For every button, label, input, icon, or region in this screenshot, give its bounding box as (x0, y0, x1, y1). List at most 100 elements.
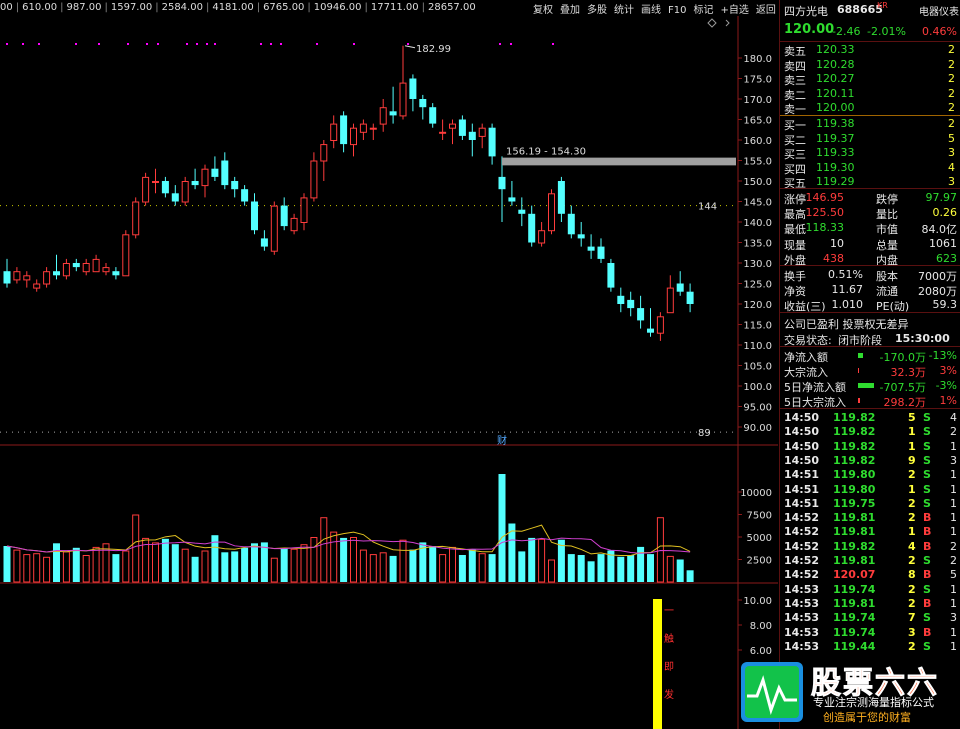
bid-price: 119.33 (816, 146, 855, 159)
tick-price: 119.82 (833, 453, 876, 467)
price-axis-label: 175.0 (743, 75, 772, 86)
tick-side: B (923, 539, 932, 553)
gap-range-box[interactable] (502, 157, 736, 166)
volume-bar (686, 570, 694, 582)
tick-side: S (923, 425, 931, 439)
price-axis-label: 110.0 (743, 341, 772, 352)
price-axis-label: 135.0 (743, 239, 772, 250)
candle-body (221, 160, 229, 186)
signal-dot (196, 43, 198, 45)
toolbar-item[interactable]: 标记 (693, 1, 713, 16)
kline-chart-area[interactable]: 180.0 175.0 170.0 165.0 160.0 155.0 150.0 145.0… (0, 16, 778, 729)
candle-body (686, 291, 694, 304)
price-axis-label: 125.0 (743, 280, 772, 291)
signal-dot (206, 43, 208, 45)
tick-count: 3 (950, 453, 957, 467)
tick-time: 14:53 (784, 582, 820, 596)
toolbar-item[interactable]: 复权 (533, 1, 553, 16)
volume-bar (587, 561, 595, 582)
tick-count: 1 (950, 525, 957, 539)
candle-body (43, 271, 51, 285)
volume-bar (53, 543, 60, 582)
tick-row: 14:53 119.74 3 B 1 (780, 625, 960, 640)
tick-volume: 2 (908, 554, 916, 567)
volume-bar (231, 551, 239, 582)
flow-row: 5日大宗流入 298.2万 1% (780, 393, 960, 409)
candle-body (72, 263, 80, 268)
tick-count: 2 (950, 425, 957, 439)
signal-text: 一 (664, 606, 674, 617)
signal-dot (186, 43, 188, 45)
candle-body (3, 271, 11, 284)
tick-count: 2 (950, 539, 957, 553)
candle-body (666, 287, 674, 314)
flow-pct: 1% (939, 394, 957, 407)
volume-bar (122, 550, 130, 583)
candle-body (359, 123, 367, 133)
volume-bar (478, 553, 486, 583)
volume-bar (379, 552, 387, 583)
volume-bar (181, 548, 189, 583)
volume-bar (647, 554, 654, 582)
ask-volume: 2 (948, 43, 955, 56)
tick-row: 14:52 119.81 1 B 1 (780, 524, 960, 539)
finance-marker[interactable]: 财 (497, 434, 507, 447)
tick-time: 14:50 (784, 439, 820, 453)
tick-side: B (923, 625, 932, 639)
ma-value: 1597.00 (110, 2, 153, 13)
tick-row: 14:53 119.81 2 B 1 (780, 596, 960, 611)
toolbar-item[interactable]: 多股 (587, 1, 607, 16)
price-change: -2.46 (832, 25, 861, 38)
signal-dot (552, 43, 554, 45)
candle-body (498, 176, 506, 190)
candle-body (587, 246, 595, 251)
tick-row: 14:50 119.82 1 S 2 (780, 424, 960, 439)
diamond-icon[interactable] (707, 18, 717, 28)
toolbar-item[interactable]: 画线 (641, 1, 661, 16)
volume-bar (488, 554, 496, 582)
flow-row: 5日净流入额 -707.5万 -3% (780, 378, 960, 394)
tick-count: 2 (950, 554, 957, 567)
toolbar-item[interactable]: F10 (668, 5, 686, 16)
candle-body (656, 316, 664, 334)
tick-price: 119.74 (833, 611, 876, 625)
tick-row: 14:52 119.82 4 B 2 (780, 539, 960, 554)
tick-volume: 2 (908, 582, 916, 596)
volume-bar (399, 539, 407, 583)
tick-time: 14:50 (784, 425, 820, 439)
toolbar-item[interactable]: +自选 (720, 1, 748, 16)
signal-dot (6, 43, 8, 45)
stat-value: 10 (830, 236, 844, 250)
volume-bar (82, 555, 90, 583)
candle-body (449, 123, 456, 129)
sector-label[interactable]: 电器仪表 (919, 3, 959, 18)
tick-count: 1 (950, 639, 957, 653)
stat-value: 1061 (929, 236, 957, 250)
volume-bar (627, 555, 635, 582)
stat-value: 11.67 (831, 283, 864, 296)
stat-row: 最低 118.33 市值 84.0亿 (780, 220, 960, 236)
toolbar-item[interactable]: 叠加 (560, 1, 580, 16)
fib-ma-values: 00 | 610.00 | 987.00 | 1597.00 | 2584.00 | 4181.00… (0, 2, 476, 13)
candle-body (171, 193, 179, 202)
toolbar-item[interactable]: 统计 (614, 1, 634, 16)
ask-volume: 2 (948, 72, 955, 85)
volume-bar (13, 549, 21, 583)
candle-body (241, 189, 249, 202)
price-axis-label: 120.0 (743, 300, 772, 311)
signal-dot (214, 43, 216, 45)
bid-row: 买一 119.38 2 (780, 116, 960, 132)
tick-volume: 4 (908, 539, 916, 553)
flow-bar (858, 353, 863, 358)
quote-panel: 四方光电 688665 KR 电器仪表 120.00 -2.46 -2.01% … (779, 0, 960, 729)
volume-bar (350, 537, 357, 583)
tick-price: 119.81 (833, 596, 876, 610)
candle-body (82, 263, 90, 273)
volume-bar (449, 546, 456, 583)
chevron-right-icon[interactable] (725, 19, 730, 27)
toolbar-item[interactable]: 返回 (756, 1, 776, 16)
ask-price: 120.33 (816, 43, 855, 56)
tick-row: 14:51 119.80 1 S 1 (780, 482, 960, 497)
ma-value: 00 (0, 2, 13, 13)
candle-body (102, 267, 110, 273)
